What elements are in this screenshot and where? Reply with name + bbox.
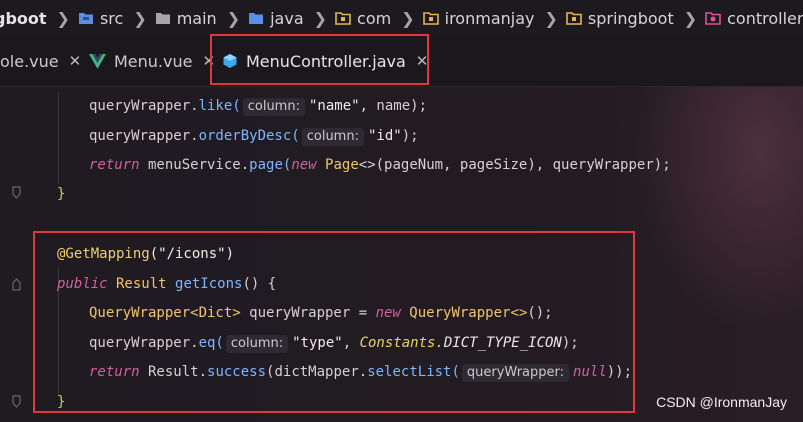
breadcrumb-item-ironmanjay[interactable]: ironmanjay bbox=[422, 9, 534, 28]
code-highlight-box bbox=[33, 231, 635, 413]
breadcrumb-item-controller[interactable]: controller bbox=[705, 9, 803, 28]
breadcrumb-item-springboot[interactable]: springboot bbox=[566, 9, 674, 28]
chevron-right-icon: ❯ bbox=[56, 8, 70, 28]
chevron-right-icon: ❯ bbox=[544, 8, 558, 28]
breadcrumb-item-main[interactable]: main bbox=[155, 9, 217, 28]
tab-role-vue[interactable]: ole.vue ✕ bbox=[0, 36, 81, 86]
breadcrumb: gboot ❯ src ❯ main ❯ java ❯ com ❯ ironma… bbox=[0, 0, 803, 36]
fold-end-icon bbox=[12, 395, 21, 408]
tab-highlight-box bbox=[210, 34, 429, 85]
chevron-right-icon: ❯ bbox=[313, 8, 328, 28]
package-icon bbox=[566, 12, 582, 25]
package-icon bbox=[335, 12, 351, 25]
java-folder-icon bbox=[249, 13, 264, 24]
code-line: } bbox=[57, 186, 66, 202]
breadcrumb-item-java[interactable]: java bbox=[248, 9, 304, 28]
breadcrumb-item-com[interactable]: com bbox=[335, 9, 391, 28]
source-folder-icon bbox=[78, 13, 93, 24]
vue-icon bbox=[89, 53, 106, 69]
controller-package-icon bbox=[705, 12, 721, 25]
indent-guide bbox=[58, 92, 59, 184]
code-line: return menuService.page(new Page<>(pageN… bbox=[89, 157, 671, 173]
package-icon bbox=[422, 12, 439, 25]
chevron-right-icon: ❯ bbox=[133, 8, 147, 28]
chevron-right-icon: ❯ bbox=[401, 8, 415, 28]
fold-end-icon bbox=[12, 186, 21, 199]
folder-icon bbox=[155, 13, 170, 24]
close-icon[interactable]: ✕ bbox=[69, 52, 82, 70]
tab-label: Menu.vue bbox=[114, 51, 193, 71]
parameter-hint: column: bbox=[242, 98, 305, 116]
tab-label: ole.vue bbox=[0, 51, 59, 71]
breadcrumb-item-src[interactable]: src bbox=[78, 9, 123, 28]
parameter-hint: column: bbox=[301, 128, 364, 146]
chevron-right-icon: ❯ bbox=[683, 8, 698, 28]
fold-start-icon bbox=[12, 278, 21, 291]
chevron-right-icon: ❯ bbox=[226, 8, 241, 28]
tab-menu-vue[interactable]: Menu.vue ✕ bbox=[89, 36, 215, 86]
code-line: queryWrapper.like(column: "name", name); bbox=[89, 98, 427, 116]
code-line: queryWrapper.orderByDesc(column: "id"); bbox=[89, 128, 419, 146]
breadcrumb-item-project[interactable]: gboot bbox=[0, 9, 47, 28]
watermark: CSDN @IronmanJay bbox=[656, 394, 787, 410]
